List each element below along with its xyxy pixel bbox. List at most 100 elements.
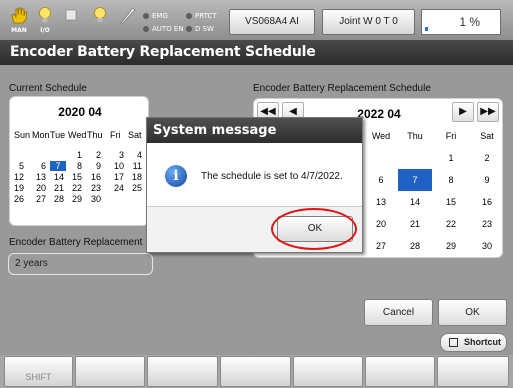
current-month-title: 2020 04 [58,105,102,119]
dsw-label: D SW [195,25,214,33]
calendar-day[interactable]: 20 [366,215,396,234]
calendar-day[interactable]: 28 [400,237,430,256]
top-status-bar: MAN I/O EMG PRTCT AUTO EN D SW VS068A4 A… [0,0,513,40]
calendar-day[interactable]: 27 [366,237,396,256]
fkey-4[interactable] [220,356,291,387]
hand-icon[interactable]: MAN [8,6,30,34]
calendar-day[interactable]: 30 [87,194,101,204]
calendar-day[interactable]: 21 [400,215,430,234]
shortcut-label: Shortcut [464,337,501,347]
speed-override[interactable]: 1 % [421,9,501,35]
calendar-day[interactable]: 1 [68,150,82,160]
calendar-day[interactable]: 5 [10,161,24,171]
last-month-button[interactable]: ▶▶ [477,102,499,122]
page-title: Encoder Battery Replacement Schedule [0,40,513,65]
dsw-indicator: D SW [186,25,214,33]
calendar-day[interactable]: 1 [436,149,466,168]
weekday-header: Wed [371,131,391,141]
calendar-day[interactable]: 22 [68,183,82,193]
weekday-header: Fri [110,130,121,140]
mode-label: MAN [11,27,27,34]
calendar-day[interactable]: 28 [50,194,64,204]
calendar-day[interactable]: 9 [87,161,101,171]
function-key-bar: SHIFT [0,355,513,388]
info-icon: i [165,165,187,187]
calendar-day[interactable]: 20 [32,183,46,193]
weekday-header: Wed [68,130,87,140]
calendar-day[interactable]: 22 [436,215,466,234]
shortcut-button[interactable]: Shortcut [440,333,507,352]
cancel-button[interactable]: Cancel [364,299,433,326]
current-calendar: 2020 04 Sun Mon Tue Wed Thu Fri Sat 1 2 3 4 5 6 7 8 9 10… [9,96,149,226]
fkey-3[interactable] [147,356,218,387]
weekday-header: Fri [445,131,457,141]
calendar-day[interactable]: 29 [68,194,82,204]
interval-field[interactable]: 2 years [8,253,153,275]
calendar-day[interactable]: 13 [32,172,46,182]
program-button[interactable]: VS068A4 AI [229,9,315,35]
calendar-day[interactable]: 2 [472,149,502,168]
fkey-6[interactable] [365,356,435,387]
calendar-day[interactable]: 4 [128,150,142,160]
selected-day[interactable]: 7 [50,161,66,171]
fkey-shift[interactable]: SHIFT [4,356,73,387]
calendar-day[interactable]: 30 [472,237,502,256]
bulb-icon[interactable]: I/O [34,6,56,34]
calendar-day[interactable]: 23 [87,183,101,193]
shortcut-icon [449,338,458,347]
stop-icon[interactable] [60,6,82,34]
calendar-day[interactable]: 10 [110,161,124,171]
calendar-day[interactable]: 16 [87,172,101,182]
interval-label: Encoder Battery Replacement [9,237,143,248]
lamp-icon[interactable] [89,6,111,34]
calendar-day[interactable]: 8 [436,171,466,190]
auto-en-indicator: AUTO EN [143,25,184,33]
fkey-2[interactable] [75,356,145,387]
system-message-dialog: System message i The schedule is set to … [146,117,363,253]
ok-button[interactable]: OK [438,299,507,326]
emg-label: EMG [152,12,168,20]
prtct-indicator: PRTCT [186,12,217,20]
calendar-day[interactable]: 6 [32,161,46,171]
calendar-day[interactable]: 14 [50,172,64,182]
calendar-day[interactable]: 3 [110,150,124,160]
calendar-day[interactable]: 8 [68,161,82,171]
fkey-5[interactable] [293,356,363,387]
calendar-day[interactable]: 14 [400,193,430,212]
weekday-header: Sun [14,130,31,140]
calendar-day[interactable]: 23 [472,215,502,234]
calendar-day[interactable]: 15 [68,172,82,182]
calendar-day[interactable]: 18 [128,172,142,182]
weekday-header: Thu [87,130,103,140]
prtct-label: PRTCT [195,12,217,20]
calendar-day[interactable]: 19 [10,183,24,193]
calendar-day[interactable]: 2 [87,150,101,160]
weekday-header: Sat [128,130,142,140]
calendar-day[interactable]: 29 [436,237,466,256]
calendar-day[interactable]: 12 [10,172,24,182]
dialog-title: System message [147,118,362,143]
calendar-day[interactable]: 21 [50,183,64,193]
calendar-day[interactable]: 11 [128,161,142,171]
calendar-day[interactable]: 17 [110,172,124,182]
auto-en-label: AUTO EN [152,25,184,33]
dialog-body: i The schedule is set to 4/7/2022. [147,143,362,207]
current-schedule-label: Current Schedule [9,83,87,94]
override-bar [425,27,428,31]
calendar-day[interactable]: 26 [10,194,24,204]
wrench-icon[interactable] [116,6,138,34]
next-month-button[interactable]: ▶ [452,102,474,122]
calendar-day[interactable]: 15 [436,193,466,212]
selected-day[interactable]: 7 [398,169,432,191]
joint-mode-button[interactable]: Joint W 0 T 0 [322,9,415,35]
calendar-day[interactable]: 24 [110,183,124,193]
calendar-day[interactable]: 16 [472,193,502,212]
weekday-header: Sat [480,131,494,141]
fkey-7[interactable] [437,356,509,387]
weekday-header: Mon [32,130,50,140]
calendar-day[interactable]: 13 [366,193,396,212]
calendar-day[interactable]: 25 [128,183,142,193]
calendar-day[interactable]: 27 [32,194,46,204]
calendar-day[interactable]: 9 [472,171,502,190]
calendar-day[interactable]: 6 [366,171,396,190]
